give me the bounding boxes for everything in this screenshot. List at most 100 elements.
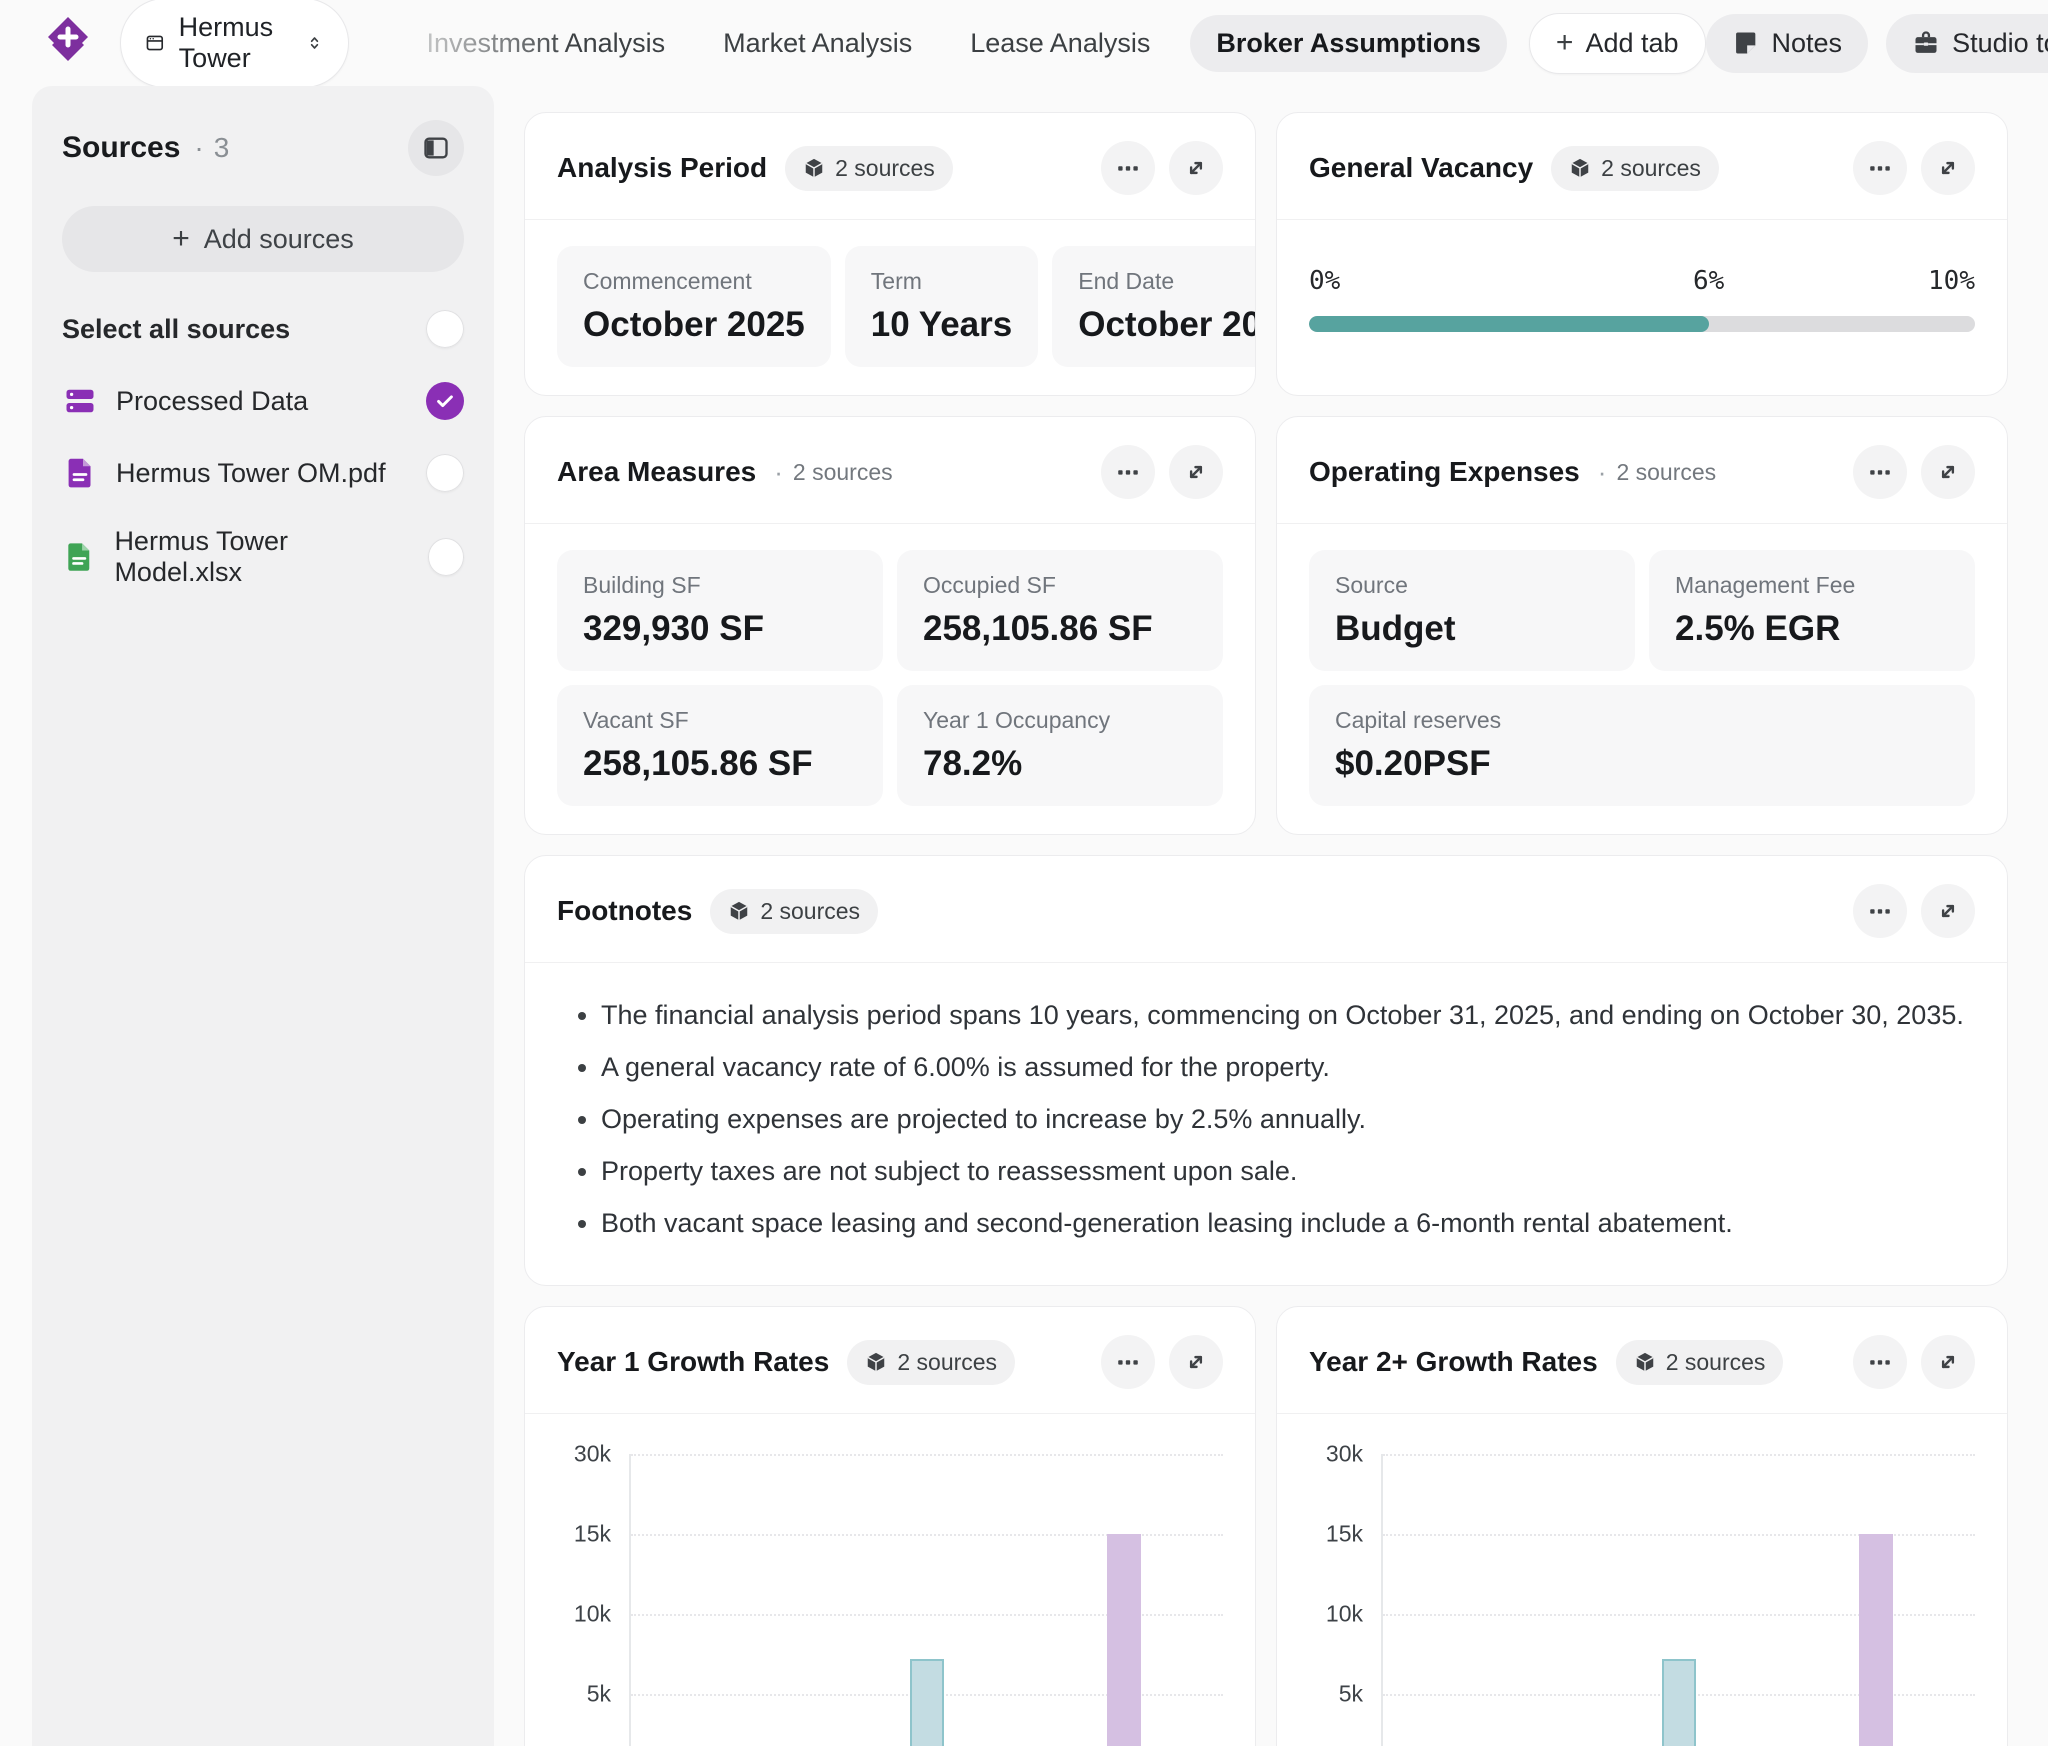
select-all-checkbox[interactable] [426, 310, 464, 348]
select-all-label: Select all sources [62, 314, 290, 345]
tile-end-date: End Date October 2035 [1052, 246, 1256, 367]
bar-chart-year2plus: 2.5k5k10k15k30k0202720282029 [1309, 1454, 1975, 1746]
card-title: Footnotes [557, 895, 692, 927]
notes-button[interactable]: Notes [1706, 14, 1869, 73]
cube-icon [728, 900, 750, 922]
card-analysis-period: Analysis Period 2 sources Commencement O… [524, 112, 1256, 396]
bar-2029[interactable] [1859, 1534, 1893, 1746]
cube-icon [803, 157, 825, 179]
sources-text: 2 sources [1598, 457, 1716, 488]
more-icon [1115, 1349, 1141, 1375]
bar-segment [1107, 1534, 1141, 1746]
processed-data-icon [62, 383, 98, 419]
source-item-processed-data[interactable]: Processed Data [62, 382, 464, 420]
workspace-name: Hermus Tower [179, 12, 293, 74]
more-button[interactable] [1853, 1335, 1907, 1389]
more-icon [1867, 1349, 1893, 1375]
bar-segment [1662, 1659, 1696, 1746]
tile-term: Term 10 Years [845, 246, 1038, 367]
card-general-vacancy: General Vacancy 2 sources 0% 6% 10% [1276, 112, 2008, 396]
y-axis-labels: 2.5k5k10k15k30k [1309, 1454, 1381, 1746]
check-icon [434, 390, 456, 412]
cube-icon [865, 1351, 887, 1373]
app-logo-icon [42, 15, 94, 71]
bar-2029[interactable] [1107, 1534, 1141, 1746]
vacancy-scale: 0% 6% 10% [1309, 266, 1975, 300]
studio-tools-button[interactable]: Studio tools [1886, 14, 2048, 73]
plus-icon: + [1556, 28, 1574, 58]
source-checkbox[interactable] [426, 382, 464, 420]
tile-opex-source: Source Budget [1309, 550, 1635, 671]
tile-building-sf: Building SF 329,930 SF [557, 550, 883, 671]
more-icon [1867, 459, 1893, 485]
footnote-item: Property taxes are not subject to reasse… [601, 1145, 1975, 1197]
bar-segment [910, 1659, 944, 1746]
plus-icon: + [172, 224, 190, 254]
expand-icon [1183, 459, 1209, 485]
expand-button[interactable] [1169, 445, 1223, 499]
tab-bar: Investment Analysis Market Analysis Leas… [409, 13, 1706, 74]
card-title: Year 2+ Growth Rates [1309, 1346, 1598, 1378]
tab-market-analysis[interactable]: Market Analysis [705, 15, 930, 72]
expand-button[interactable] [1921, 884, 1975, 938]
expand-button[interactable] [1169, 141, 1223, 195]
more-button[interactable] [1101, 141, 1155, 195]
cube-icon [1569, 157, 1591, 179]
tab-lease-analysis[interactable]: Lease Analysis [952, 15, 1168, 72]
vacancy-progress-fill [1309, 316, 1709, 332]
expand-button[interactable] [1169, 1335, 1223, 1389]
sources-count: 3 [214, 132, 230, 164]
tile-capital-reserves: Capital reserves $0.20PSF [1309, 685, 1975, 806]
y-tick-label: 30k [1326, 1441, 1363, 1468]
expand-icon [1935, 898, 1961, 924]
tile-commencement: Commencement October 2025 [557, 246, 831, 367]
sources-badge[interactable]: 2 sources [847, 1340, 1015, 1385]
expand-button[interactable] [1921, 141, 1975, 195]
y-tick-label: 15k [574, 1521, 611, 1548]
bar-2028[interactable] [910, 1659, 944, 1746]
sources-badge[interactable]: 2 sources [785, 146, 953, 191]
add-tab-button[interactable]: + Add tab [1529, 13, 1706, 74]
cube-icon [1634, 1351, 1656, 1373]
more-icon [1115, 459, 1141, 485]
card-title: Year 1 Growth Rates [557, 1346, 829, 1378]
card-year1-growth-rates: Year 1 Growth Rates 2 sources 2.5k5k10k1… [524, 1306, 1256, 1746]
chart-plot-area [629, 1454, 1223, 1746]
footnote-item: The financial analysis period spans 10 y… [601, 989, 1975, 1041]
pdf-file-icon [62, 455, 98, 491]
sources-badge[interactable]: 2 sources [1551, 146, 1719, 191]
source-checkbox[interactable] [426, 454, 464, 492]
tab-broker-assumptions[interactable]: Broker Assumptions [1190, 15, 1507, 72]
more-icon [1115, 155, 1141, 181]
source-item-model-xlsx[interactable]: Hermus Tower Model.xlsx [62, 526, 464, 588]
bar-2028[interactable] [1662, 1659, 1696, 1746]
more-button[interactable] [1101, 445, 1155, 499]
y-tick-label: 5k [587, 1681, 611, 1708]
collapse-sidebar-button[interactable] [408, 120, 464, 176]
y-tick-label: 15k [1326, 1521, 1363, 1548]
xlsx-file-icon [62, 539, 96, 575]
expand-icon [1183, 155, 1209, 181]
tab-investment-analysis[interactable]: Investment Analysis [409, 15, 684, 72]
card-title: General Vacancy [1309, 152, 1533, 184]
more-button[interactable] [1853, 445, 1907, 499]
expand-button[interactable] [1921, 1335, 1975, 1389]
unfold-icon [306, 30, 323, 56]
chart-plot-area [1381, 1454, 1975, 1746]
expand-button[interactable] [1921, 445, 1975, 499]
source-item-om-pdf[interactable]: Hermus Tower OM.pdf [62, 454, 464, 492]
sources-badge[interactable]: 2 sources [1616, 1340, 1784, 1385]
more-button[interactable] [1853, 141, 1907, 195]
bar-segment [1859, 1534, 1893, 1746]
more-button[interactable] [1101, 1335, 1155, 1389]
add-sources-button[interactable]: + Add sources [62, 206, 464, 272]
panel-left-icon [422, 134, 450, 162]
expand-icon [1935, 1349, 1961, 1375]
more-button[interactable] [1853, 884, 1907, 938]
tile-vacant-sf: Vacant SF 258,105.86 SF [557, 685, 883, 806]
expand-icon [1935, 459, 1961, 485]
workspace-switcher[interactable]: Hermus Tower [120, 0, 349, 88]
vacancy-progress-track[interactable] [1309, 316, 1975, 332]
sources-badge[interactable]: 2 sources [710, 889, 878, 934]
source-checkbox[interactable] [428, 538, 464, 576]
